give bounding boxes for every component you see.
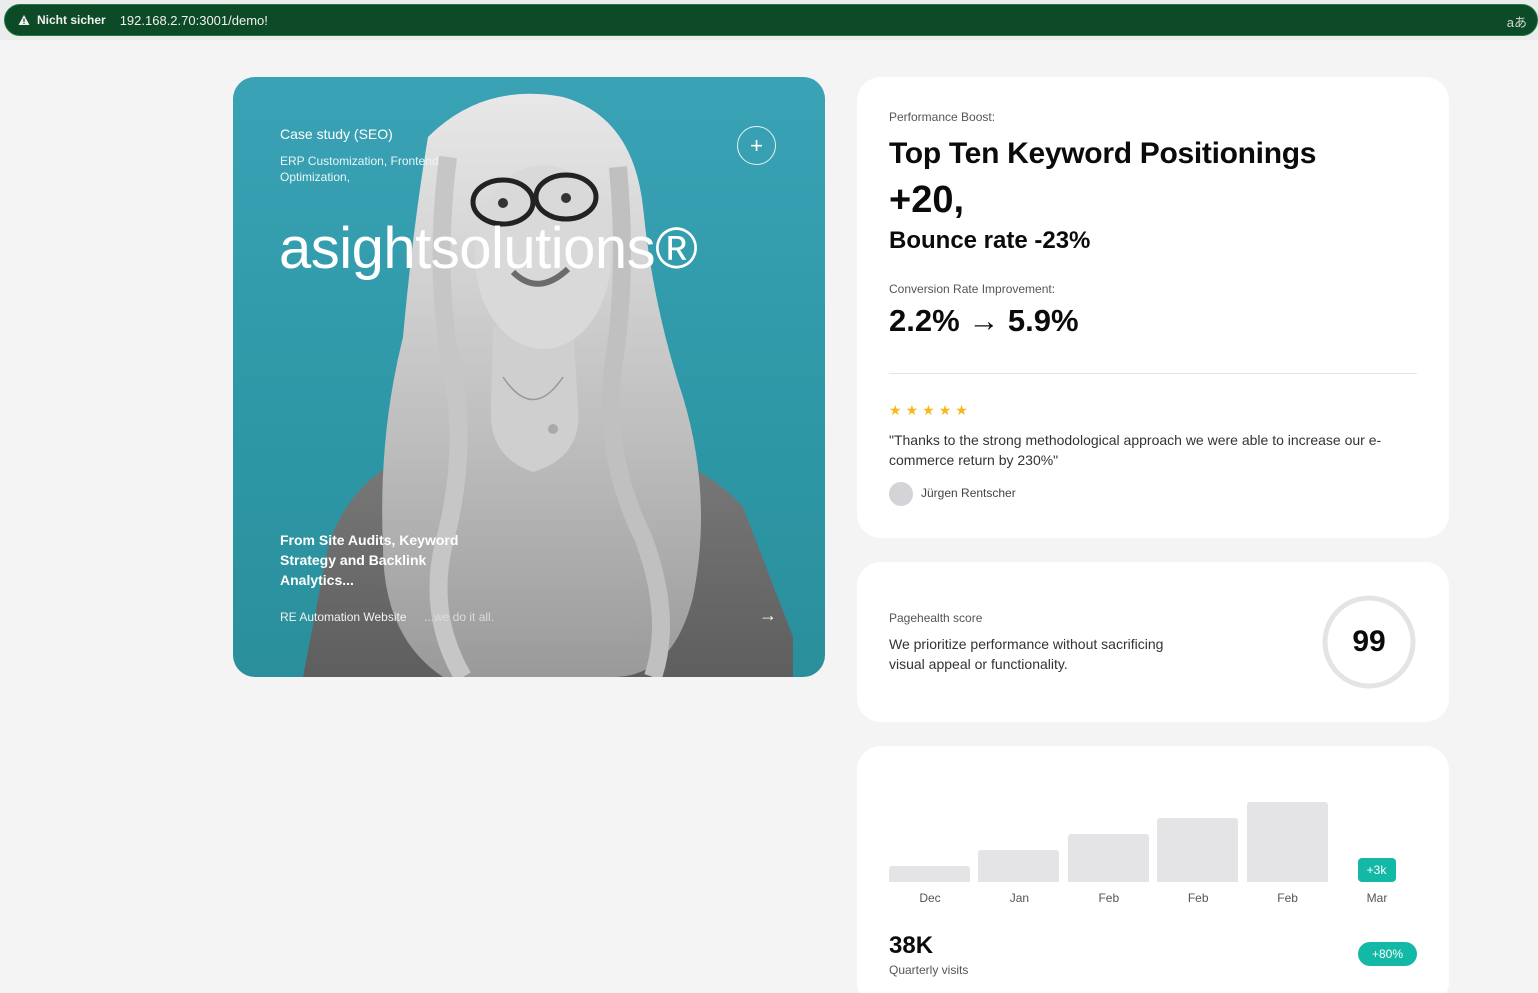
hero-tagline: ...we do it all. <box>424 610 495 624</box>
pagehealth-description: We prioritize performance without sacrif… <box>889 636 1164 672</box>
translate-icon[interactable]: aあ <box>1507 12 1527 31</box>
expand-button[interactable]: + <box>737 126 776 165</box>
bar-dec-0[interactable] <box>889 866 970 882</box>
bar-jan-1[interactable] <box>978 850 1060 882</box>
star-icon: ★ <box>938 402 952 418</box>
case-study-kicker: Case study (SEO) <box>280 126 393 142</box>
visits-change-badge: +80% <box>1358 942 1417 966</box>
highlight-badge: +3k <box>1357 858 1396 882</box>
case-study-tags: ERP Customization, Frontend Optimization… <box>280 154 439 184</box>
performance-label: Performance Boost: <box>889 110 996 124</box>
security-label[interactable]: Nicht sicher <box>37 13 106 27</box>
testimonial-quote: "Thanks to the strong methodological app… <box>889 432 1382 468</box>
visits-value: 38K <box>889 932 934 959</box>
visits-card: Dec Jan Feb Feb Feb +3k Mar 38K Quarterly visi… <box>857 746 1449 993</box>
performance-card: Performance Boost: Top Ten Keyword Posit… <box>857 77 1449 538</box>
star-icon: ★ <box>922 402 935 418</box>
bounce-rate: Bounce rate -23% <box>889 227 1091 254</box>
bar-label: Feb <box>1187 891 1209 905</box>
pagehealth-label: Pagehealth score <box>889 611 983 625</box>
address-bar[interactable]: Nicht sicher 192.168.2.70:3001/demo! aあ <box>4 4 1538 36</box>
project-link[interactable]: RE Automation Website <box>280 610 407 624</box>
hero-claim: From Site Audits, Keyword Strategy and B… <box>280 532 459 588</box>
conversion-label: Conversion Rate Improvement: <box>889 282 1056 296</box>
bar-label: Feb <box>1098 891 1120 905</box>
browser-toolbar: Nicht sicher 192.168.2.70:3001/demo! aあ <box>0 0 1538 40</box>
bar-label: Feb <box>1277 891 1298 905</box>
visits-bar-chart: Dec Jan Feb Feb Feb +3k Mar <box>857 746 1449 916</box>
bar-label: Mar <box>1366 891 1388 905</box>
bar-feb-2[interactable] <box>1067 834 1149 882</box>
pagehealth-score: 99 <box>1352 625 1386 658</box>
warning-icon <box>17 13 31 27</box>
bar-label: Dec <box>919 891 941 905</box>
bar-feb-4[interactable] <box>1246 802 1328 882</box>
bar-label: Jan <box>1009 891 1030 905</box>
rating-stars: ★ ★ ★ ★ ★ <box>889 402 968 419</box>
star-icon: ★ <box>905 402 919 418</box>
performance-plus-value: +20, <box>889 179 965 221</box>
star-icon: ★ <box>955 402 968 418</box>
divider <box>889 373 1417 374</box>
url-text[interactable]: 192.168.2.70:3001/demo! <box>120 13 268 28</box>
visits-label: Quarterly visits <box>889 963 969 977</box>
performance-title: Top Ten Keyword Positionings <box>889 137 1317 170</box>
brand-wordmark: asightsolutions® <box>279 216 698 281</box>
bar-feb-3[interactable] <box>1157 818 1239 882</box>
testimonial-author: Jürgen Rentscher <box>921 486 1016 500</box>
star-icon: ★ <box>889 402 902 418</box>
conversion-value: 2.2% → 5.9% <box>889 303 1079 338</box>
case-study-card[interactable]: Case study (SEO) ERP Customization, Fron… <box>233 77 825 677</box>
pagehealth-card: Pagehealth score We prioritize performan… <box>857 562 1449 722</box>
arrow-right-icon[interactable]: → <box>759 605 777 626</box>
avatar <box>889 482 913 506</box>
